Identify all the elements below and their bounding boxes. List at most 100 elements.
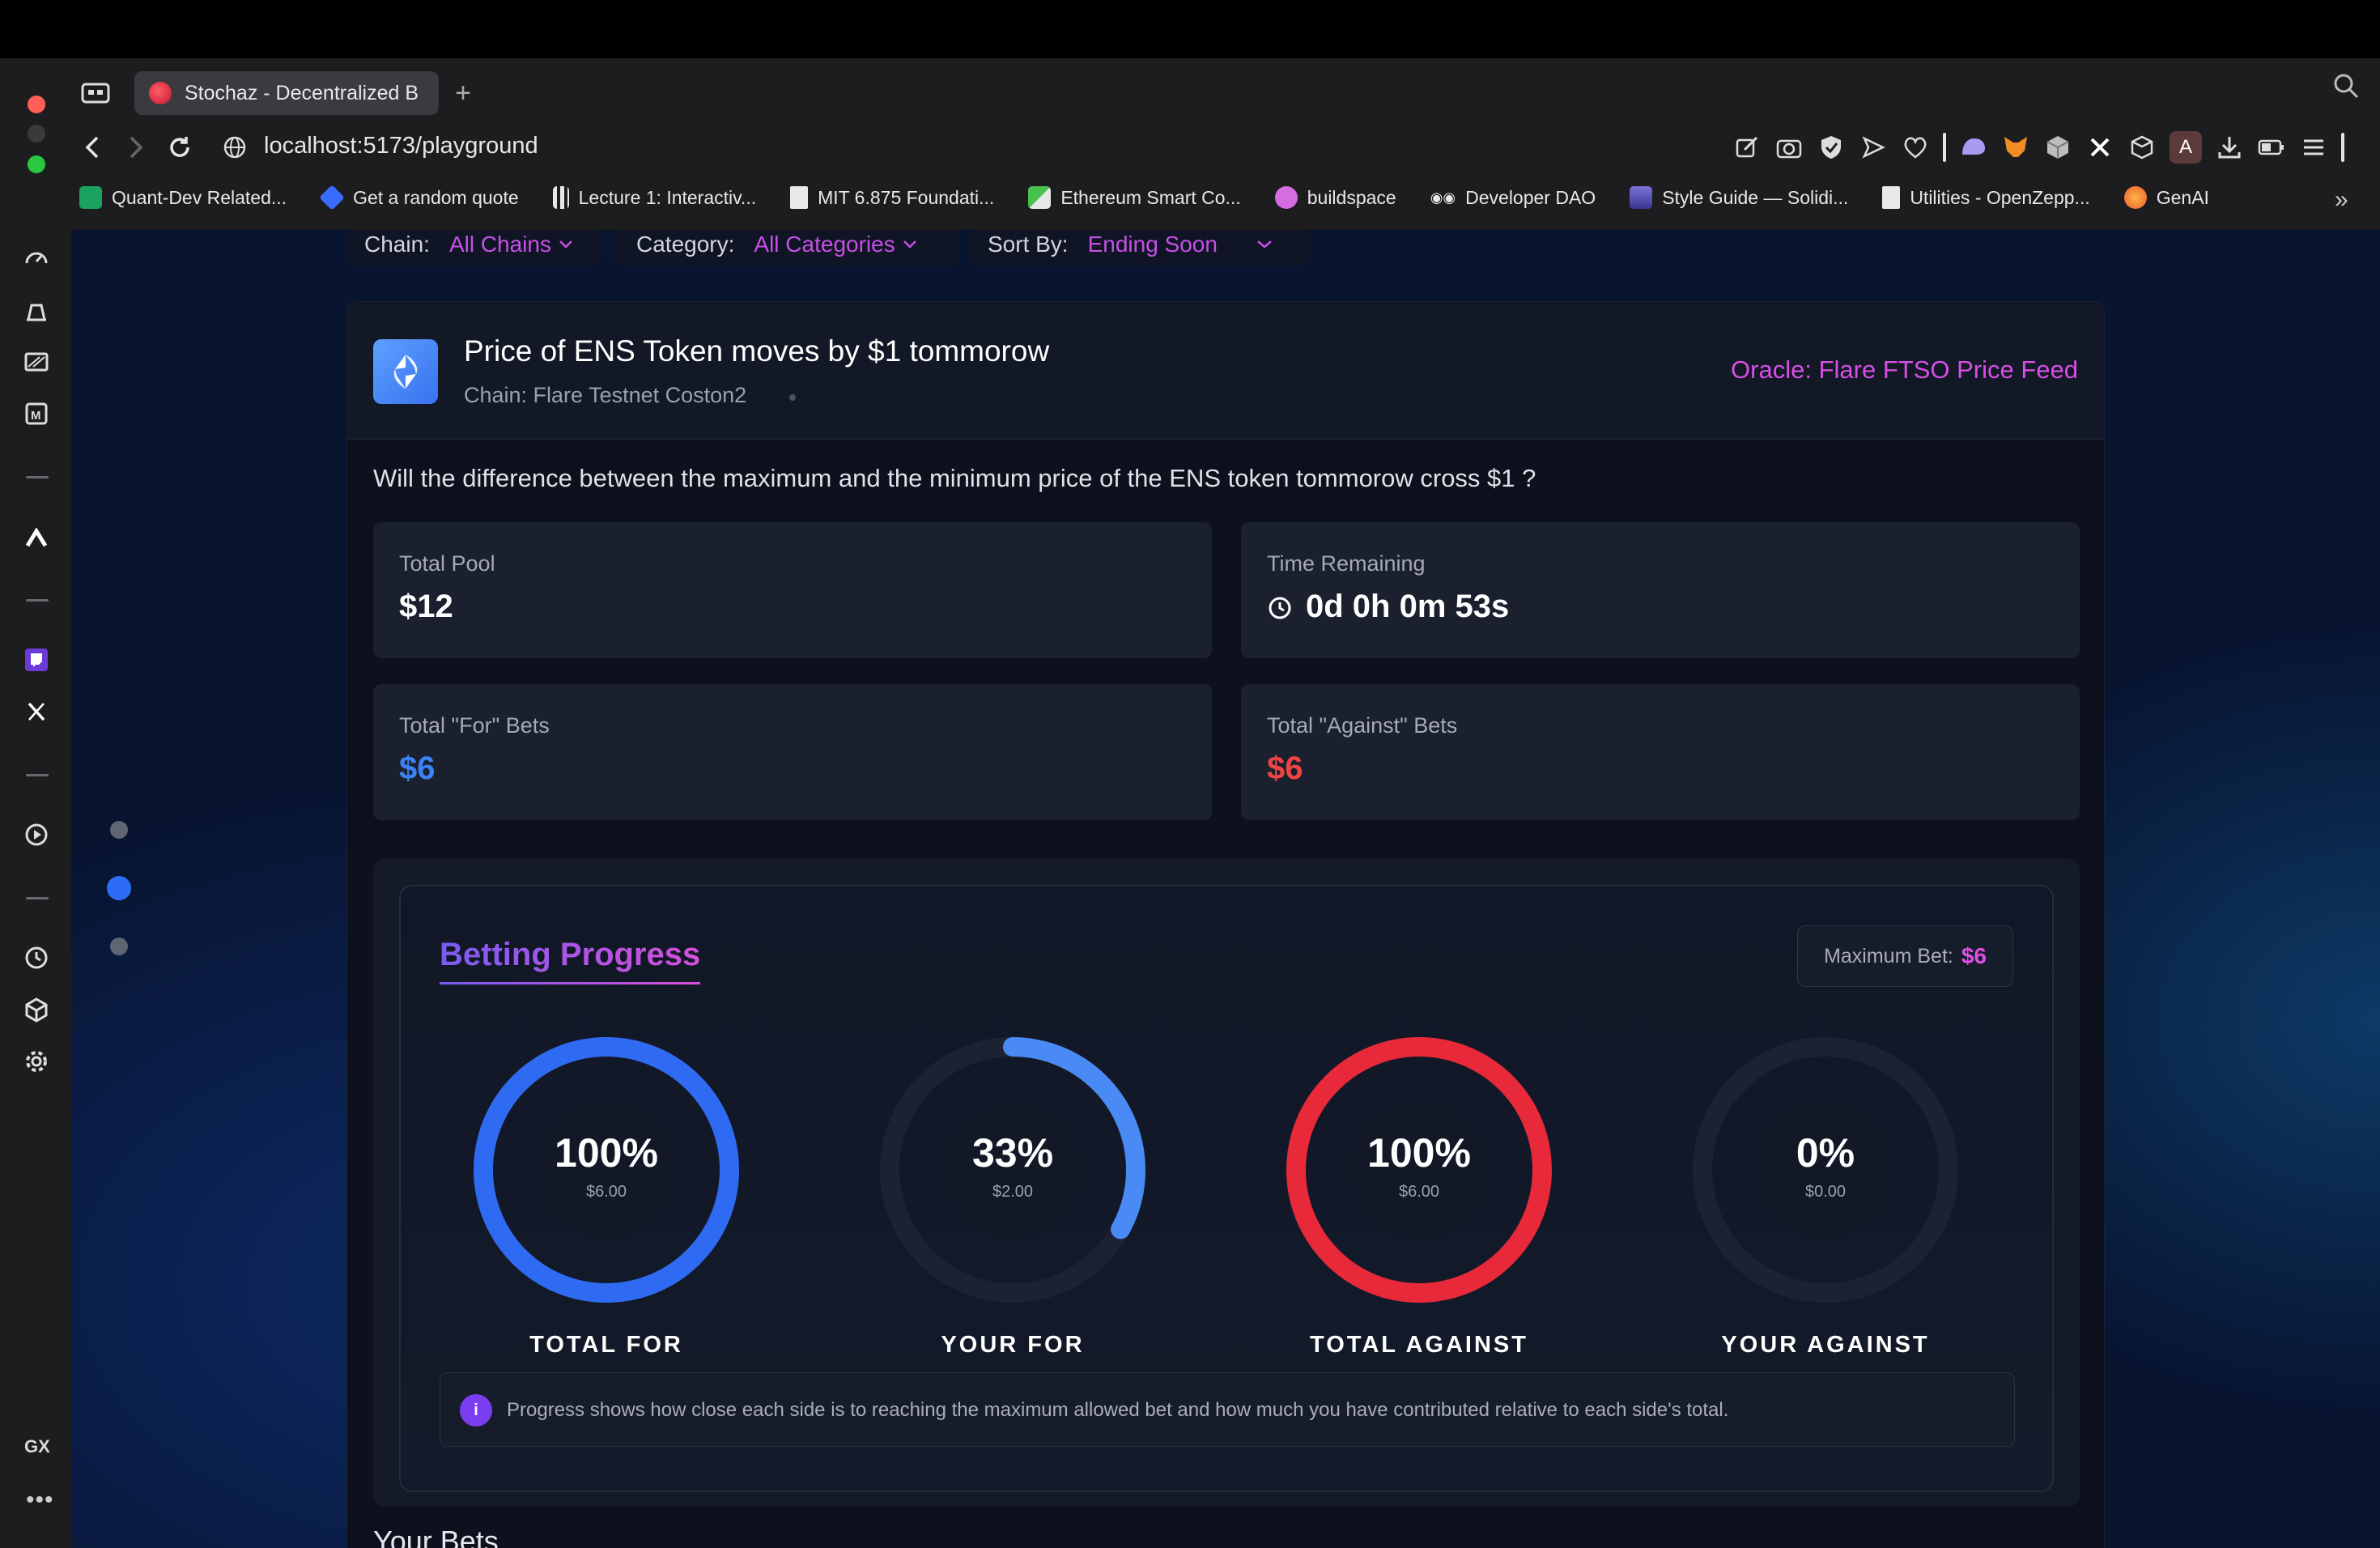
svg-text:M: M [31,409,41,423]
chevron-down-icon [1257,240,1272,249]
maximum-bet-value: $6 [1961,943,1987,968]
total-pool-card: Total Pool $12 [373,522,1212,658]
bookmark-item[interactable]: Quant-Dev Related... [79,186,287,209]
bookmarks-bar: Quant-Dev Related... Get a random quote … [79,183,2243,212]
dice-favicon-icon [149,82,172,104]
bookmark-item[interactable]: buildspace [1274,186,1396,209]
gx-control-icon[interactable] [23,296,50,324]
x-twitter-icon[interactable] [23,698,50,725]
against-bets-label: Total "Against" Bets [1267,713,1458,738]
address-bar[interactable]: localhost:5173/playground [264,133,538,159]
more-options-icon[interactable]: ••• [26,1486,54,1514]
betting-progress-section: Betting Progress Maximum Bet: $6 100% $6… [373,859,2080,1507]
heart-icon[interactable] [1901,133,1930,162]
profile-avatar[interactable]: A [2170,131,2202,164]
ring-amount: $0.00 [1804,1183,1847,1201]
pagination-dot[interactable] [110,938,128,955]
betting-progress-panel: Betting Progress Maximum Bet: $6 100% $6… [399,885,2054,1492]
chevron-down-icon [559,240,572,249]
page-viewport: Chain: All Chains Category: All Categori… [71,230,2380,1548]
ring-amount: $6.00 [585,1183,627,1201]
ring-percent: 0% [1796,1130,1855,1176]
twitch-icon[interactable] [23,646,50,674]
bookmark-item[interactable]: Utilities - OpenZepp... [1882,186,2090,209]
reload-button[interactable] [162,130,198,165]
extensions-toolbar: A [1732,130,2344,165]
betting-progress-title: Betting Progress [440,937,701,972]
send-icon[interactable] [1859,133,1888,162]
new-tab-button[interactable]: + [448,79,478,108]
clock-icon [1269,597,1291,619]
close-window-button[interactable] [28,96,45,113]
ghost-extension-icon[interactable] [1959,133,1988,162]
metamask-icon[interactable] [2001,133,2030,162]
speed-dial-icon[interactable] [23,245,50,272]
time-remaining-value: 0d 0h 0m 53s [1306,589,1510,624]
ring-label: YOUR AGAINST [1721,1332,1930,1358]
sidebar-divider [26,599,49,602]
market-card-header: Price of ENS Token moves by $1 tommorow … [347,302,2104,440]
progress-info-box: i Progress shows how close each side is … [440,1372,2015,1447]
settings-gear-icon[interactable] [23,1048,50,1075]
your-bets-heading: Your Bets [373,1525,499,1548]
solidity-icon [1630,186,1653,209]
market-chain: Chain: Flare Testnet Coston2 [464,383,747,407]
box-icon[interactable] [2127,133,2157,162]
category-filter-value[interactable]: All Categories [754,232,895,257]
market-question: Will the difference between the maximum … [373,464,1536,492]
bookmark-item[interactable]: Lecture 1: Interactiv... [552,186,756,209]
pagination-dot-active[interactable] [107,876,131,900]
total-pool-label: Total Pool [399,551,495,576]
gx-corner-icon[interactable]: M [23,400,50,427]
bookmark-item[interactable]: ◉◉ Developer DAO [1430,187,1596,209]
download-icon[interactable] [2215,133,2244,162]
bookmark-item[interactable]: MIT 6.875 Foundati... [790,186,994,209]
ring-percent: 33% [971,1130,1054,1176]
ring-total-against: 100% $6.00 TOTAL AGAINST [1273,1024,1565,1358]
for-bets-card: Total "For" Bets $6 [373,684,1212,820]
history-icon[interactable] [23,944,50,972]
easy-setup-icon[interactable] [2299,133,2328,162]
pagination-dot[interactable] [110,821,128,839]
forward-button[interactable] [118,130,154,165]
sort-filter-value[interactable]: Ending Soon [1088,232,1218,257]
tab-islands-icon[interactable] [81,81,110,105]
active-tab[interactable]: Stochaz - Decentralized B [134,71,439,115]
search-tabs-icon[interactable] [2331,71,2361,100]
ens-token-logo [373,339,438,404]
ring-amount: $6.00 [1398,1183,1440,1201]
minimize-window-button[interactable] [28,125,45,142]
reload-icon [170,137,189,157]
total-pool-value: $12 [399,589,453,624]
navigation-controls [74,130,198,165]
info-icon: i [460,1394,492,1427]
cube-extension-icon[interactable] [2043,133,2072,162]
player-icon[interactable] [23,821,50,848]
ring-your-for: 33% $2.00 YOUR FOR [867,1024,1158,1358]
shield-icon[interactable] [1817,133,1846,162]
camera-icon[interactable] [1774,133,1804,162]
chevron-left-icon [85,136,99,159]
chain-filter-value[interactable]: All Chains [449,232,551,257]
x-extension-icon[interactable] [2085,133,2114,162]
extensions-icon[interactable] [23,996,50,1023]
back-button[interactable] [74,130,110,165]
more-bookmarks-button[interactable]: » [2335,186,2348,214]
globe-icon [223,136,246,159]
gx-label: GX [24,1436,50,1457]
bookmark-item[interactable]: Get a random quote [319,185,519,211]
gx-sidebar [0,230,71,1548]
bookmark-item[interactable]: GenAI [2123,186,2209,209]
battery-icon[interactable] [2257,133,2286,162]
maximize-window-button[interactable] [28,155,45,173]
doc-icon [790,186,809,209]
edit-icon[interactable] [1732,133,1762,162]
time-remaining-card: Time Remaining 0d 0h 0m 53s [1241,522,2080,658]
glasses-icon: ◉◉ [1430,189,1456,206]
sort-filter-label: Sort By: [988,232,1069,257]
bookmark-item[interactable]: Style Guide — Solidi... [1630,186,1848,209]
time-remaining-label: Time Remaining [1267,551,1426,576]
bookmark-item[interactable]: Ethereum Smart Co... [1028,186,1241,209]
aria-icon[interactable] [23,525,50,552]
gx-cleaner-icon[interactable] [23,348,50,376]
